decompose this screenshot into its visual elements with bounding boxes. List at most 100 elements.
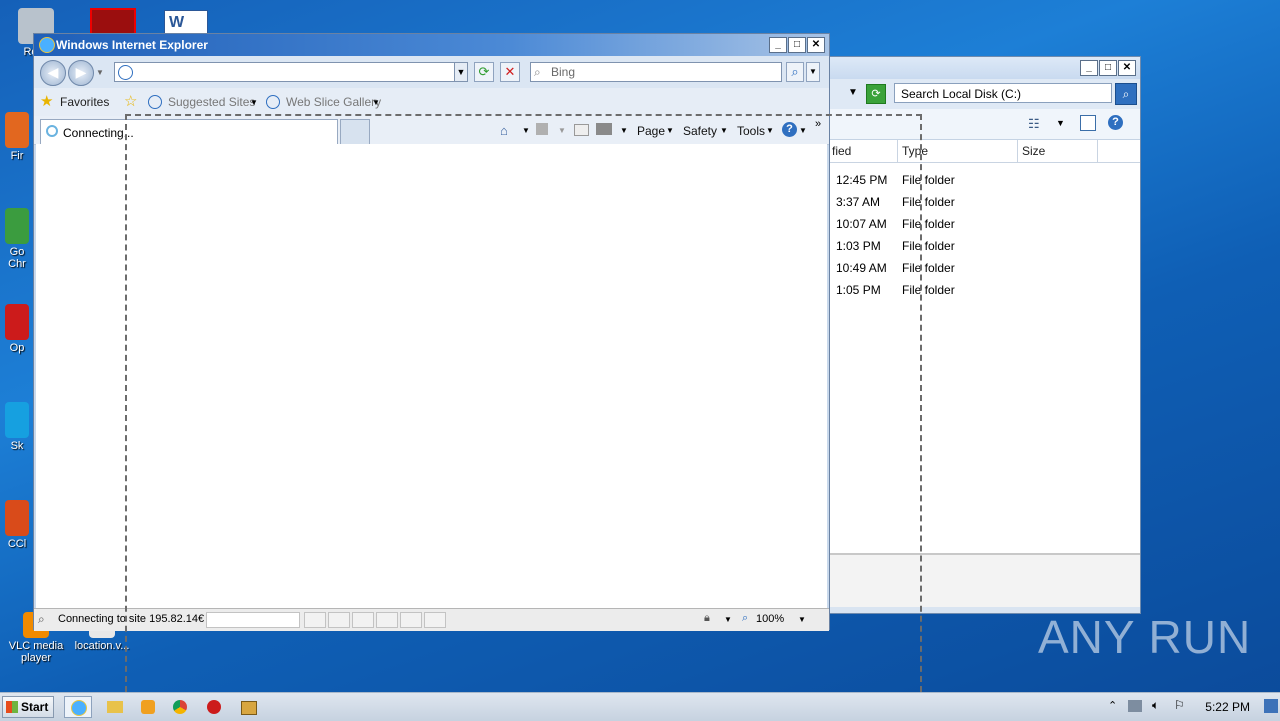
page-menu[interactable]: Page [637, 124, 665, 138]
more-commands-icon[interactable]: » [815, 118, 821, 130]
chevron-down-icon[interactable]: ▼ [724, 615, 732, 624]
chevron-down-icon[interactable]: ▼ [798, 615, 806, 624]
address-dropdown-icon[interactable]: ▼ [454, 62, 468, 82]
type-cell: File folder [902, 239, 955, 253]
column-date-modified[interactable]: fied [828, 140, 898, 162]
help-icon[interactable]: ? [1108, 115, 1123, 130]
view-dropdown-icon[interactable]: ▼ [1056, 118, 1065, 128]
print-icon[interactable] [596, 123, 612, 135]
taskbar-ie[interactable] [64, 696, 92, 718]
desktop-icon-ccleaner[interactable]: CCl [0, 500, 34, 550]
close-button[interactable]: ✕ [1118, 60, 1136, 76]
safety-menu[interactable]: Safety [683, 124, 717, 138]
list-item[interactable]: 3:37 AM File folder [828, 191, 1140, 213]
ie-titlebar[interactable]: Windows Internet Explorer _ □ ✕ [34, 34, 829, 56]
volume-icon[interactable]: 🔈︎ [1152, 698, 1159, 713]
tab-connecting[interactable]: Connecting... [40, 119, 338, 144]
desktop-icon-firefox[interactable]: Fir [0, 112, 34, 162]
ie-page-icon [148, 95, 162, 109]
chevron-down-icon[interactable]: ▼ [522, 126, 530, 135]
type-cell: File folder [902, 261, 955, 275]
chevron-down-icon[interactable]: ▼ [372, 98, 380, 107]
protected-mode-icon[interactable]: 🔒︎ [704, 612, 710, 625]
explorer-titlebar[interactable]: _ □ ✕ [828, 57, 1140, 79]
tab-label: Connecting... [63, 126, 134, 140]
recent-pages-icon[interactable]: ▼ [96, 68, 104, 77]
chrome-icon [173, 700, 187, 714]
list-item[interactable]: 12:45 PM File folder [828, 169, 1140, 191]
page-content[interactable] [36, 144, 827, 608]
status-text: Connecting to site 195.82.14€ [58, 613, 205, 625]
action-center-flag-icon[interactable]: ⚐ [1174, 698, 1185, 712]
chevron-down-icon[interactable]: ▼ [558, 126, 566, 135]
firefox-icon [5, 112, 29, 148]
command-bar: Connecting... ⌂ ▼ ▼ ▼ Page ▼ Safety ▼ To… [34, 116, 829, 145]
address-bar[interactable] [114, 62, 468, 82]
start-button[interactable]: Start [2, 696, 54, 718]
desktop-icon-opera[interactable]: Op [0, 304, 34, 354]
tools-menu[interactable]: Tools [737, 124, 765, 138]
zoom-level[interactable]: 100% [756, 613, 784, 625]
explorer-window[interactable]: _ □ ✕ ▼ ⟳ Search Local Disk (C:) ⌕ ☷ ▼ ?… [827, 56, 1141, 614]
maximize-button[interactable]: □ [788, 37, 806, 53]
opera-icon [207, 700, 221, 714]
preview-pane-icon[interactable] [1080, 115, 1096, 131]
taskbar: Start ⌃ 🔈︎ ⚐ 5:22 PM [0, 692, 1280, 721]
column-size[interactable]: Size [1018, 140, 1098, 162]
suggested-sites-link[interactable]: Suggested Sites [168, 95, 255, 109]
search-button[interactable]: ⌕ [786, 62, 804, 82]
taskbar-app[interactable] [234, 696, 262, 718]
home-icon[interactable]: ⌂ [500, 123, 508, 138]
dropdown-arrow-icon[interactable]: ▼ [848, 87, 858, 98]
maximize-button[interactable]: □ [1099, 60, 1117, 76]
taskbar-media-player[interactable] [134, 696, 162, 718]
refresh-icon[interactable]: ⟳ [866, 84, 886, 104]
new-tab-button[interactable] [340, 119, 370, 144]
forward-button[interactable]: ▶ [68, 60, 94, 86]
status-cell [424, 612, 446, 628]
mail-icon[interactable] [574, 124, 589, 136]
list-item[interactable]: 1:03 PM File folder [828, 235, 1140, 257]
status-cell [376, 612, 398, 628]
search-icon[interactable]: ⌕ [1115, 83, 1137, 105]
list-item[interactable]: 1:05 PM File folder [828, 279, 1140, 301]
explorer-file-list: 12:45 PM File folder 3:37 AM File folder 1… [828, 163, 1140, 553]
desktop-icon-chrome[interactable]: Go Chr [0, 208, 34, 270]
chevron-down-icon[interactable]: ▼ [250, 98, 258, 107]
show-desktop-button[interactable] [1264, 699, 1278, 713]
column-type[interactable]: Type [898, 140, 1018, 162]
view-options-icon[interactable]: ☷ [1028, 116, 1040, 132]
stop-button[interactable]: ✕ [500, 62, 520, 82]
minimize-button[interactable]: _ [1080, 60, 1098, 76]
search-input[interactable]: Bing [530, 62, 782, 82]
back-button[interactable]: ◀ [40, 60, 66, 86]
list-item[interactable]: 10:07 AM File folder [828, 213, 1140, 235]
word-icon[interactable]: W [164, 10, 208, 34]
ie-window[interactable]: Windows Internet Explorer _ □ ✕ ◀ ▶ ▼ ▼ … [33, 33, 830, 631]
show-hidden-icons[interactable]: ⌃ [1108, 699, 1117, 712]
explorer-search-input[interactable]: Search Local Disk (C:) [894, 83, 1112, 103]
network-icon[interactable] [1128, 700, 1142, 712]
favorites-button[interactable]: Favorites [60, 95, 109, 109]
list-item[interactable]: 10:49 AM File folder [828, 257, 1140, 279]
taskbar-explorer[interactable] [100, 696, 128, 718]
desktop-icon-skype[interactable]: Sk [0, 402, 34, 452]
chevron-down-icon[interactable]: ▼ [620, 126, 628, 135]
taskbar-opera[interactable] [200, 696, 228, 718]
close-button[interactable]: ✕ [807, 37, 825, 53]
minimize-button[interactable]: _ [769, 37, 787, 53]
windows-logo-icon [6, 701, 18, 713]
help-icon[interactable]: ? [782, 122, 797, 137]
add-to-favorites-icon[interactable]: ☆ [124, 92, 137, 110]
desktop-icon-label: CCl [7, 538, 27, 550]
ie-page-icon [266, 95, 280, 109]
search-options-icon[interactable]: ▼ [806, 62, 820, 82]
feeds-icon[interactable] [536, 123, 548, 135]
type-cell: File folder [902, 217, 955, 231]
refresh-button[interactable]: ⟳ [474, 62, 494, 82]
clock[interactable]: 5:22 PM [1205, 700, 1250, 714]
taskbar-chrome[interactable] [166, 696, 194, 718]
type-cell: File folder [902, 195, 955, 209]
web-slice-gallery-link[interactable]: Web Slice Gallery [286, 95, 381, 109]
chevron-down-icon[interactable]: ▼ [799, 126, 807, 135]
